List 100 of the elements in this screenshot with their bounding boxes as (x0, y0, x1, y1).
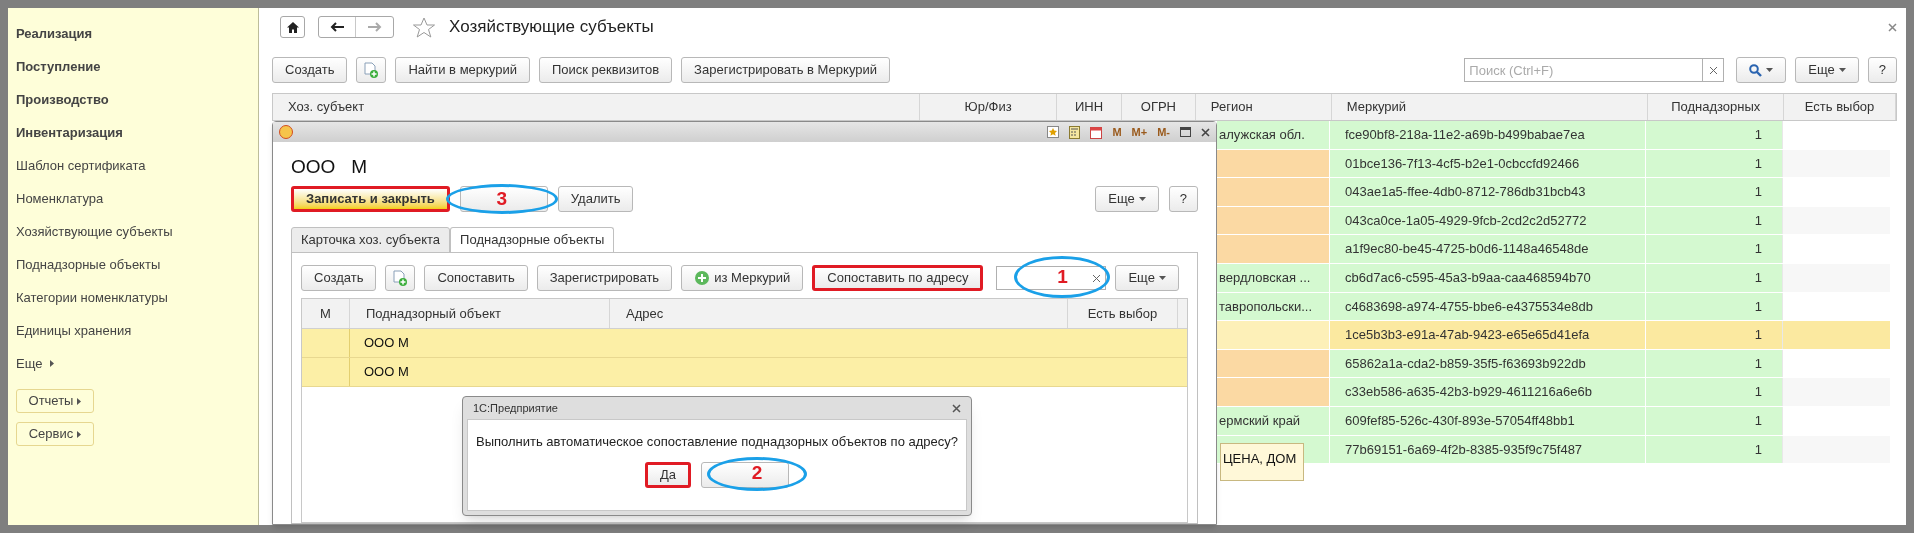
page-title: Хозяйствующие субъекты (449, 16, 654, 39)
sidebar-menu-button[interactable]: Отчеты (16, 389, 94, 413)
toolbar-button[interactable]: Создать (272, 57, 348, 83)
column-header[interactable]: Хоз. субъект (273, 94, 921, 120)
table-cell: fce90bf8-218a-11e2-a69b-b499babae7ea (1330, 121, 1646, 149)
step-number-callout: 3 (445, 184, 558, 214)
column-header[interactable]: ИНН (1057, 94, 1122, 120)
table-cell: 1ce5b3b3-e91a-47ab-9423-e65e65d41efa (1330, 321, 1646, 349)
caret-icon (1766, 68, 1774, 72)
search-field[interactable]: Поиск (Ctrl+F) (1464, 58, 1704, 82)
right-arrow-icon (367, 22, 382, 32)
home-button[interactable] (280, 16, 305, 38)
toolbar-button[interactable]: Да (644, 461, 691, 488)
tooltip: ЦЕНА, ДОМ (1220, 443, 1304, 481)
table-cell: ермский край (1217, 406, 1330, 435)
more-button[interactable]: Еще (1115, 265, 1179, 291)
toolbar-button[interactable]: Поиск реквизитов (539, 57, 673, 83)
button[interactable] (459, 186, 548, 212)
sidebar-section[interactable]: Производство (16, 83, 258, 116)
column-header[interactable]: Регион (1195, 94, 1332, 120)
column-header[interactable]: Адрес (610, 299, 1068, 328)
caret-icon (1838, 68, 1846, 72)
form-title: ООО М (291, 155, 368, 179)
star-icon[interactable] (413, 16, 435, 38)
column-header[interactable]: Поднадзорных (1648, 94, 1785, 120)
toolbar-button[interactable]: Записать и закрыть (291, 186, 450, 212)
more-button[interactable]: Еще (1095, 186, 1159, 212)
add-button[interactable] (385, 265, 416, 291)
table-cell: 1 (1646, 406, 1782, 435)
memory-button[interactable]: M (1112, 123, 1122, 141)
sidebar-item[interactable]: Поднадзорные объекты (16, 248, 258, 281)
table-cell: 1 (1646, 378, 1782, 406)
toolbar-button[interactable]: Создать (301, 265, 377, 291)
table-cell-text: ООО М (363, 363, 410, 382)
search-icon (1749, 63, 1763, 77)
close-icon[interactable] (952, 403, 961, 413)
table-cell: cb6d7ac6-c595-45a3-b9aa-caa468594b70 (1330, 263, 1646, 292)
table-cell: вердловская ... (1217, 263, 1330, 292)
sidebar-item[interactable]: Категории номенклатуры (16, 281, 258, 314)
toolbar-button[interactable]: Зарегистрировать в Меркурий (681, 57, 890, 83)
caret-icon (50, 360, 55, 367)
sidebar-menu-button[interactable]: Сервис (16, 422, 94, 446)
calculator-icon[interactable] (1069, 125, 1081, 139)
dialog-title: 1С:Предприятие (473, 400, 558, 416)
button[interactable] (701, 461, 789, 488)
search-field[interactable] (996, 266, 1107, 290)
help-button[interactable]: ? (1867, 57, 1897, 83)
memory-button[interactable]: M- (1157, 123, 1170, 141)
table-cell: 1 (1646, 321, 1782, 349)
more-button[interactable]: Еще (1795, 57, 1859, 83)
sidebar-more-link[interactable]: Еще (16, 347, 55, 380)
toolbar-button[interactable]: Сопоставить (424, 265, 528, 291)
sidebar-item[interactable]: Шаблон сертификата (16, 149, 258, 182)
column-header[interactable]: Меркурий (1331, 94, 1649, 120)
column-header[interactable]: Есть выбор (1784, 94, 1896, 120)
favorite-icon[interactable] (1047, 126, 1060, 138)
tab[interactable]: Карточка хоз. субъекта (291, 227, 451, 253)
home-icon (286, 21, 299, 33)
confirm-message: Выполнить автоматическое сопоставление поднадзорных объектов по адресу? (476, 433, 958, 451)
toolbar-button[interactable]: Сопоставить по адресу (812, 265, 984, 291)
caret-icon (1158, 276, 1166, 280)
table-cell: 1 (1646, 292, 1782, 321)
help-button[interactable]: ? (1168, 186, 1198, 212)
column-header[interactable]: ОГРН (1121, 94, 1196, 120)
close-icon[interactable] (1201, 127, 1210, 137)
calendar-icon[interactable] (1090, 125, 1103, 139)
logo-icon (279, 125, 293, 139)
column-header[interactable]: Есть выбор (1068, 299, 1178, 328)
clear-icon[interactable] (1093, 274, 1101, 282)
table-cell-text: ООО М (363, 334, 410, 353)
memory-button[interactable]: M+ (1131, 123, 1148, 141)
sidebar-item[interactable]: Номенклатура (16, 182, 258, 215)
table-cell: 1 (1646, 121, 1782, 149)
toolbar-button[interactable]: из Меркурий (681, 265, 804, 291)
sidebar-section[interactable]: Реализация (16, 17, 258, 50)
sidebar-item[interactable]: Хозяйствующие субъекты (16, 215, 258, 248)
toolbar-button[interactable]: Найти в меркурий (395, 57, 530, 83)
toolbar-button[interactable]: Удалить (557, 186, 634, 212)
clear-icon[interactable] (1709, 66, 1717, 74)
sidebar-section[interactable]: Инвентаризация (16, 116, 258, 149)
sidebar-section[interactable]: Поступление (16, 50, 258, 83)
toolbar-button[interactable]: Зарегистрировать (536, 265, 673, 291)
column-header[interactable]: Поднадзорный объект (350, 299, 610, 328)
search-button[interactable] (1736, 57, 1787, 83)
sidebar-item[interactable]: Единицы хранения (16, 314, 258, 347)
table-cell: 1 (1646, 235, 1782, 263)
table-cell: 1 (1646, 178, 1782, 206)
column-header[interactable]: Юр/Физ (920, 94, 1058, 120)
tab[interactable]: Поднадзорные объекты (450, 227, 615, 253)
plus-icon (694, 270, 711, 286)
column-header[interactable]: М (302, 299, 350, 328)
caret-icon (77, 430, 82, 438)
left-arrow-icon (330, 22, 344, 32)
table-cell: 1 (1646, 263, 1782, 292)
table-cell: 043ae1a5-ffee-4db0-8712-786db31bcb43 (1330, 178, 1646, 206)
maximize-icon[interactable] (1180, 127, 1191, 137)
table-cell: 1 (1646, 149, 1782, 178)
add-button[interactable] (356, 57, 387, 83)
clear-button[interactable] (1703, 58, 1725, 82)
close-icon[interactable] (1888, 22, 1897, 32)
